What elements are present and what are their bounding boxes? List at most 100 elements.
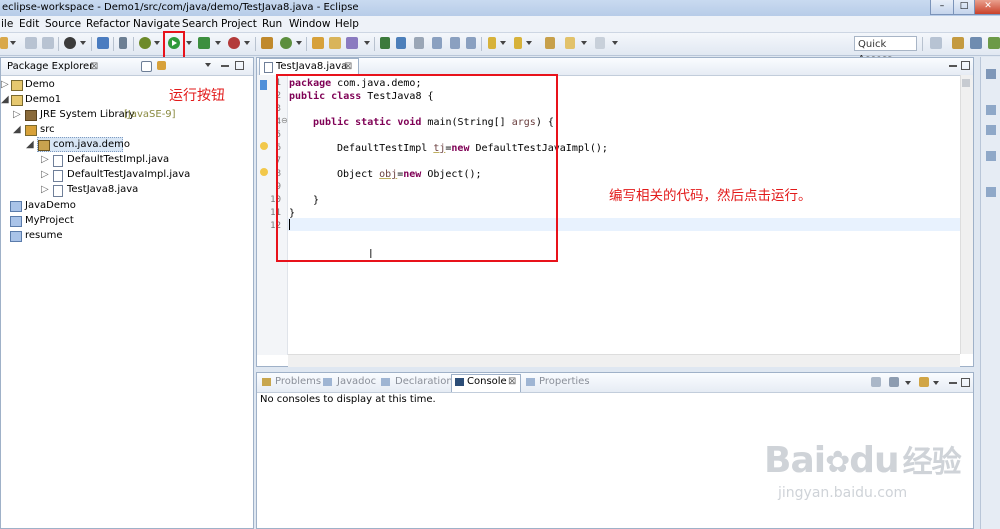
toggle-mark-occurrences-icon[interactable] [380, 37, 390, 49]
menu-source[interactable]: Source [45, 17, 81, 31]
search-view-icon[interactable] [986, 187, 996, 197]
tab-properties[interactable]: Properties [539, 375, 590, 389]
external-tools-icon[interactable] [228, 37, 240, 49]
coverage-dropdown-icon[interactable] [215, 41, 221, 45]
expand-arrow-icon[interactable]: ▷ [13, 108, 21, 122]
expand-arrow-icon[interactable]: ▷ [1, 78, 9, 92]
collapse-arrow-icon[interactable]: ◢ [26, 138, 34, 152]
skip-breakpoints-icon[interactable] [119, 37, 127, 49]
menu-window[interactable]: Window [289, 17, 330, 31]
debug-icon[interactable] [139, 37, 151, 49]
new-dropdown-icon[interactable] [10, 41, 16, 45]
toggle-block-selection-icon[interactable] [396, 37, 406, 49]
tab-javadoc[interactable]: Javadoc [337, 375, 376, 389]
menu-edit[interactable]: Edit [19, 17, 39, 31]
open-console-icon[interactable] [919, 377, 929, 387]
new-class-icon[interactable] [280, 37, 292, 49]
run-dropdown-icon[interactable] [186, 41, 192, 45]
tab-console[interactable]: Console [467, 375, 507, 389]
forward-dropdown-icon[interactable] [612, 41, 618, 45]
tree-item-myproject[interactable]: MyProject [25, 214, 74, 228]
hierarchy-icon[interactable] [986, 151, 996, 161]
minimize-console-icon[interactable] [949, 382, 957, 384]
collapse-all-icon[interactable] [141, 61, 152, 72]
new-class-dropdown-icon[interactable] [296, 41, 302, 45]
search-icon[interactable] [346, 37, 358, 49]
minimize-view-icon[interactable] [221, 65, 229, 67]
close-tab-icon[interactable]: ⊠ [344, 58, 352, 75]
editor-tab[interactable]: TestJava8.java ⊠ [259, 58, 359, 75]
tree-item-resume[interactable]: resume [25, 229, 63, 243]
tree-item-javademo[interactable]: JavaDemo [25, 199, 76, 213]
collapse-arrow-icon[interactable]: ◢ [13, 123, 21, 137]
menu-help[interactable]: Help [335, 17, 359, 31]
menu-search[interactable]: Search [182, 17, 218, 31]
tree-item-demo[interactable]: Demo [25, 78, 55, 92]
task-list-icon[interactable] [986, 105, 996, 115]
close-tab-icon[interactable]: ⊠ [508, 375, 516, 389]
minimize-editor-icon[interactable] [949, 65, 957, 67]
quick-access-input[interactable]: Quick Access [854, 36, 917, 65]
expand-arrow-icon[interactable]: ▷ [41, 153, 49, 167]
tree-item-src[interactable]: src [40, 123, 55, 137]
menu-file[interactable]: ile [1, 17, 13, 31]
open-perspective-icon[interactable] [930, 37, 942, 49]
view-menu-icon[interactable] [205, 63, 211, 67]
new-java-project-icon[interactable] [261, 37, 273, 49]
tree-item-demo1[interactable]: Demo1 [25, 93, 61, 107]
next-annotation-icon[interactable] [488, 37, 496, 49]
display-console-icon[interactable] [889, 377, 899, 387]
maximize-view-icon[interactable] [235, 61, 244, 70]
perspective-icon[interactable] [64, 37, 76, 49]
open-console-dropdown-icon[interactable] [933, 381, 939, 385]
console-icon[interactable] [97, 37, 109, 49]
new-icon[interactable] [0, 37, 8, 49]
vertical-scrollbar[interactable] [960, 75, 973, 354]
back-icon[interactable] [565, 37, 575, 49]
maximize-editor-icon[interactable] [961, 61, 970, 70]
debug-perspective-icon[interactable] [988, 37, 1000, 49]
java-perspective-icon[interactable] [970, 37, 982, 49]
forward-icon[interactable] [595, 37, 605, 49]
tree-item-jre-library[interactable]: JRE System Library [40, 108, 135, 122]
minimize-button[interactable]: – [930, 0, 954, 15]
open-task-icon[interactable] [329, 37, 341, 49]
close-button[interactable]: ✕ [974, 0, 1000, 15]
maximize-console-icon[interactable] [961, 378, 970, 387]
previous-annotation-icon[interactable] [514, 37, 522, 49]
expand-arrow-icon[interactable]: ▷ [41, 168, 49, 182]
tree-item-defaulttestjavaimpl[interactable]: DefaultTestJavaImpl.java [67, 168, 190, 182]
menu-project[interactable]: Project [221, 17, 257, 31]
pin-console-icon[interactable] [871, 377, 881, 387]
outline-view-icon[interactable] [986, 69, 996, 79]
tree-item-defaulttestimpl[interactable]: DefaultTestImpl.java [67, 153, 169, 167]
tree-item-package[interactable]: com.java.demo [53, 138, 130, 152]
tab-declaration[interactable]: Declaration [395, 375, 453, 389]
link-with-editor-icon[interactable] [157, 61, 166, 70]
outline-icon[interactable] [986, 125, 996, 135]
menu-refactor[interactable]: Refactor [86, 17, 130, 31]
previous-annotation-dropdown-icon[interactable] [526, 41, 532, 45]
show-selected-element-icon[interactable] [450, 37, 460, 49]
pilcrow-icon[interactable] [466, 37, 476, 49]
maximize-button[interactable]: □ [953, 0, 975, 15]
menu-navigate[interactable]: Navigate [133, 17, 180, 31]
last-edit-icon[interactable] [545, 37, 555, 49]
close-tab-icon[interactable]: ⊠ [90, 58, 98, 75]
search-dropdown-icon[interactable] [364, 41, 370, 45]
display-console-dropdown-icon[interactable] [905, 381, 911, 385]
debug-dropdown-icon[interactable] [154, 41, 160, 45]
word-wrap-icon[interactable] [414, 37, 424, 49]
collapse-arrow-icon[interactable]: ◢ [1, 93, 9, 107]
tab-problems[interactable]: Problems [275, 375, 321, 389]
menu-run[interactable]: Run [262, 17, 282, 31]
horizontal-scrollbar[interactable] [288, 354, 960, 367]
perspective-dropdown-icon[interactable] [80, 41, 86, 45]
package-explorer-tab[interactable]: Package Explorer [7, 58, 93, 75]
show-whitespace-icon[interactable] [432, 37, 442, 49]
back-dropdown-icon[interactable] [581, 41, 587, 45]
save-icon[interactable] [25, 37, 37, 49]
open-type-icon[interactable] [312, 37, 324, 49]
tree-item-testjava8[interactable]: TestJava8.java [67, 183, 138, 197]
coverage-icon[interactable] [198, 37, 210, 49]
